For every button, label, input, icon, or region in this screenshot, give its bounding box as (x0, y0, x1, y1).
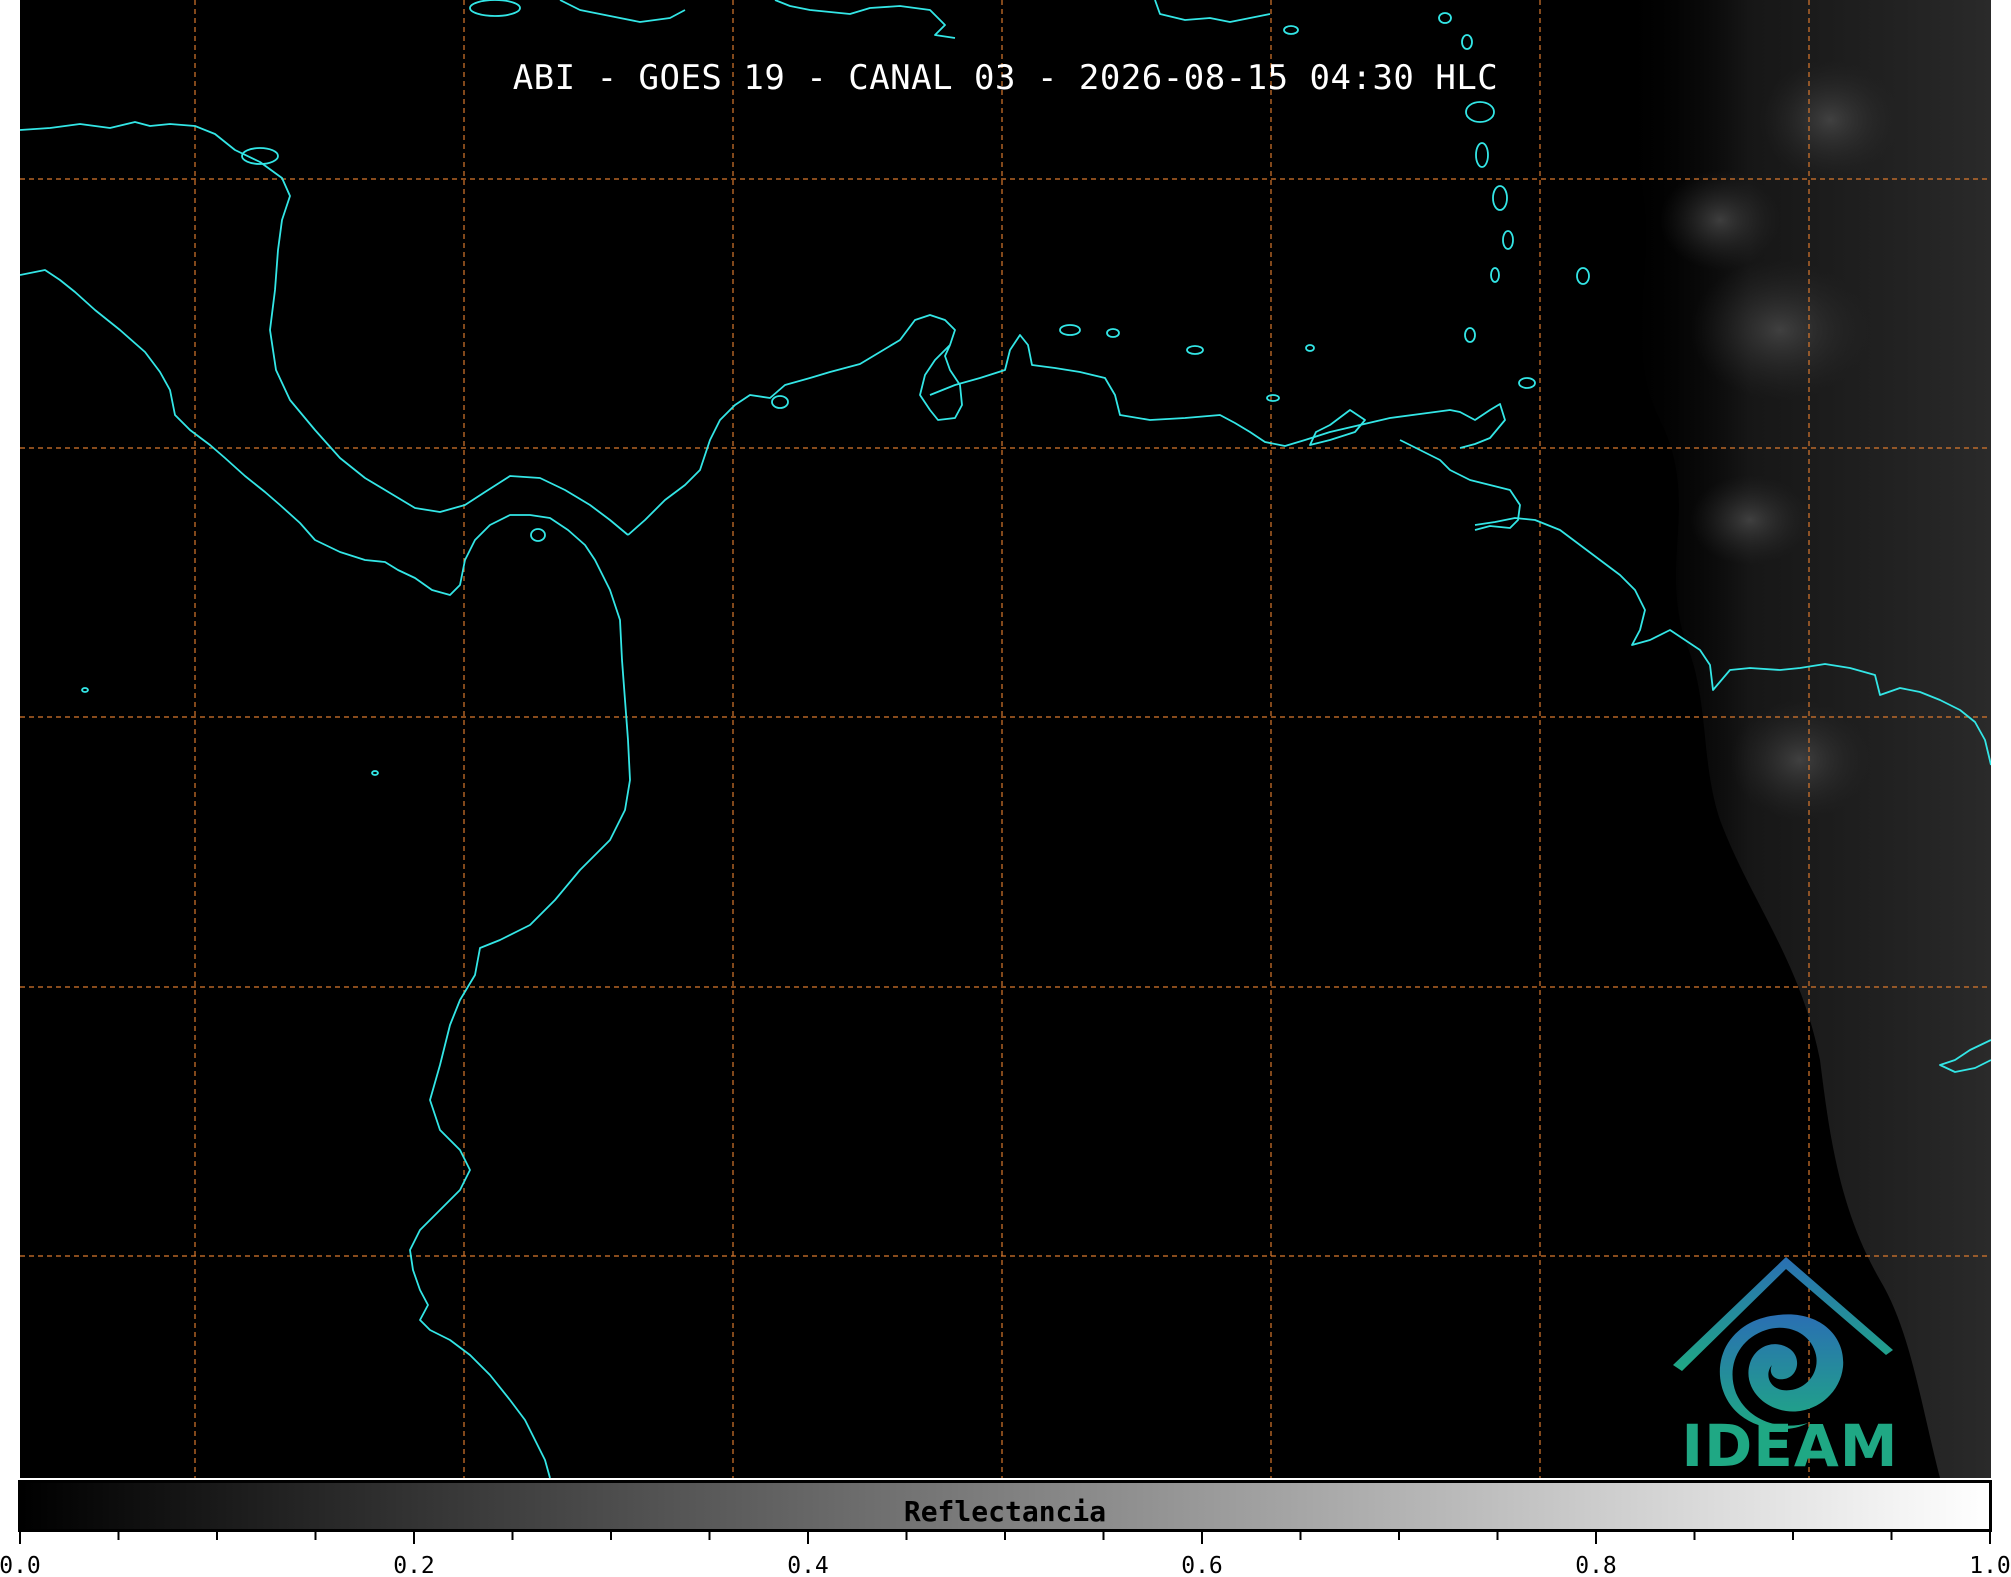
cloud-patch (1690, 475, 1810, 565)
map-panel: ABI - GOES 19 - CANAL 03 - 2026-08-15 04… (20, 0, 1991, 1478)
cloud-patch (1660, 170, 1780, 270)
colorbar-tick-label: 0.8 (1575, 1553, 1617, 1577)
map-title: ABI - GOES 19 - CANAL 03 - 2026-08-15 04… (512, 58, 1499, 98)
ideam-logo-text: IDEAM (1681, 1412, 1899, 1478)
colorbar-tick-label: 0.2 (393, 1553, 435, 1577)
colorbar-ticks (19, 1530, 1991, 1544)
cloud-patch (1690, 260, 1870, 400)
colorbar-tick-label: 0.6 (1181, 1553, 1223, 1577)
cloud-patch (1730, 700, 1870, 820)
colorbar-tick-label: 0.0 (0, 1553, 41, 1577)
colorbar-tick-label: 0.4 (787, 1553, 829, 1577)
colorbar: Reflectancia (18, 1480, 1992, 1532)
colorbar-tick-label: 1.0 (1969, 1553, 2011, 1577)
satellite-image-view: ABI - GOES 19 - CANAL 03 - 2026-08-15 04… (0, 0, 2011, 1577)
colorbar-label: Reflectancia (903, 1495, 1107, 1528)
